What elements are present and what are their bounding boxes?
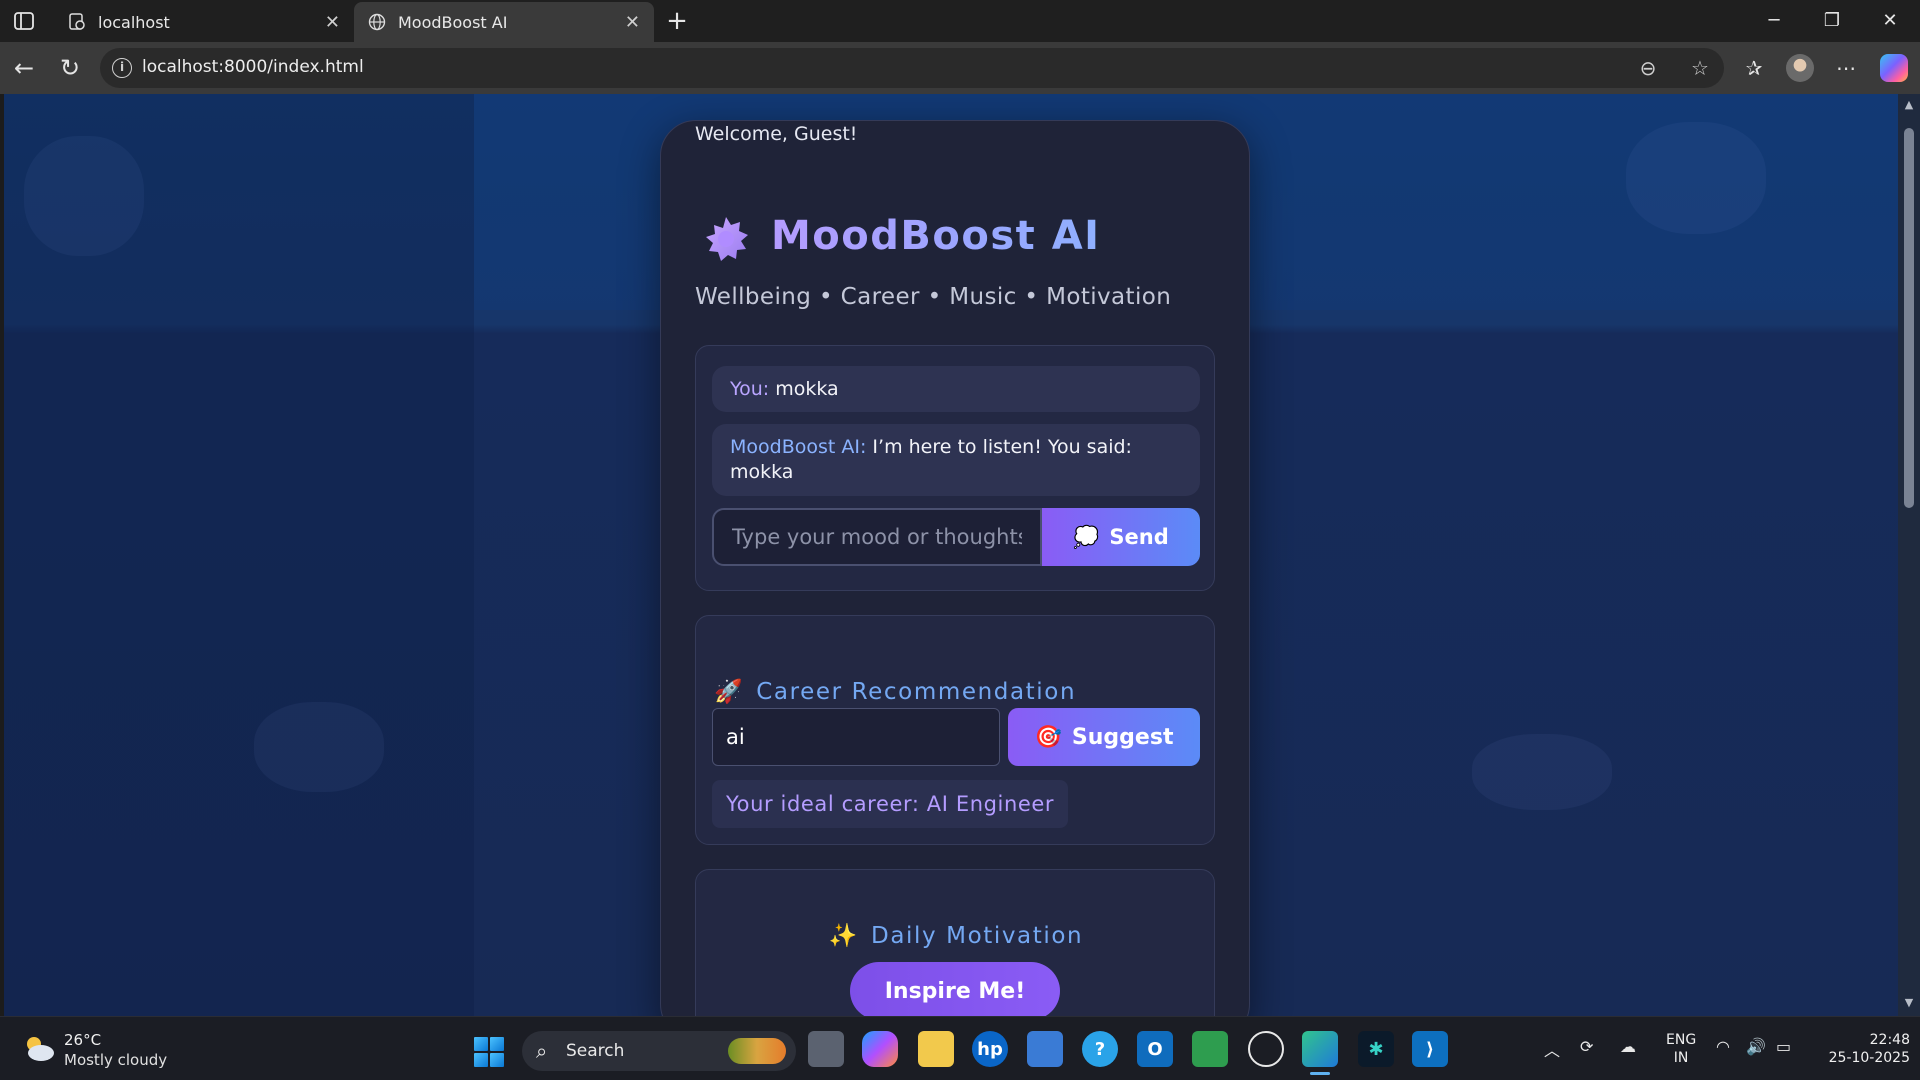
copilot-icon[interactable] xyxy=(1880,54,1908,82)
taskbar: 26°C Mostly cloudy ⌕ Search hp ? O ✱ ⟩ ︿… xyxy=(0,1016,1920,1080)
site-info-icon[interactable]: i xyxy=(112,58,132,78)
onedrive-cloud-icon[interactable]: ☁ xyxy=(1620,1037,1636,1056)
vscode-icon[interactable]: ⟩ xyxy=(1412,1031,1448,1067)
outlook-icon[interactable]: O xyxy=(1137,1031,1173,1067)
new-tab-button[interactable]: + xyxy=(662,6,692,36)
welcome-text: Welcome, Guest! xyxy=(695,123,858,145)
clock-date: 25-10-2025 xyxy=(1828,1050,1910,1066)
page-scrollbar[interactable]: ▲ ▼ xyxy=(1898,94,1920,1016)
scrollbar-thumb[interactable] xyxy=(1904,128,1914,508)
weather-temperature[interactable]: 26°C xyxy=(64,1031,101,1049)
motivation-heading: ✨ Daily Motivation xyxy=(696,922,1216,950)
browser-tab-bar: localhost ✕ MoodBoost AI ✕ + ─ ❐ ✕ xyxy=(0,0,1920,42)
battery-icon[interactable]: ▭ xyxy=(1776,1037,1791,1056)
search-icon: ⌕ xyxy=(536,1039,548,1063)
volume-icon[interactable]: 🔊 xyxy=(1746,1037,1766,1056)
search-label: Search xyxy=(566,1041,625,1061)
brain-logo-icon xyxy=(701,213,751,263)
target-icon: 🎯 xyxy=(1034,724,1062,750)
localhost-favicon-icon xyxy=(68,13,86,31)
region-code: IN xyxy=(1673,1050,1689,1066)
file-explorer-icon[interactable] xyxy=(918,1031,954,1067)
suggest-label: Suggest xyxy=(1071,724,1174,750)
tab-localhost[interactable]: localhost ✕ xyxy=(54,2,354,42)
meet-app-icon[interactable] xyxy=(1192,1031,1228,1067)
address-toolbar: ← ↻ i localhost:8000/index.html ⊖ ☆ ✰ ⋯ xyxy=(0,42,1920,94)
send-button[interactable]: 💭 Send xyxy=(1042,508,1200,566)
motivation-panel: ✨ Daily Motivation Inspire Me! xyxy=(695,869,1215,1016)
microsoft-store-icon[interactable] xyxy=(1027,1031,1063,1067)
send-label: Send xyxy=(1109,525,1169,549)
back-icon[interactable]: ← xyxy=(10,54,38,82)
edge-browser-icon[interactable] xyxy=(1302,1031,1338,1075)
copilot-app-icon[interactable] xyxy=(862,1031,898,1067)
wifi-icon[interactable]: ◠ xyxy=(1716,1037,1730,1056)
globe-icon xyxy=(368,13,386,31)
cloudy-weather-icon[interactable] xyxy=(22,1033,56,1063)
get-help-icon[interactable]: ? xyxy=(1082,1031,1118,1067)
hp-app-icon[interactable]: hp xyxy=(972,1031,1008,1067)
tagline: Wellbeing • Career • Music • Motivation xyxy=(695,284,1172,310)
rocket-icon: 🚀 xyxy=(714,679,745,705)
language-indicator[interactable]: ENG IN xyxy=(1666,1031,1696,1067)
chat-message-user: You: mokka xyxy=(712,366,1200,412)
favorites-icon[interactable]: ✰ xyxy=(1740,54,1768,82)
show-hidden-icons-icon[interactable]: ︿ xyxy=(1544,1037,1560,1061)
tab-title: localhost xyxy=(98,12,170,32)
motivation-heading-text: Daily Motivation xyxy=(871,922,1084,949)
tab-moodboost[interactable]: MoodBoost AI ✕ xyxy=(354,2,654,42)
system-clock[interactable]: 22:48 25-10-2025 xyxy=(1818,1031,1910,1067)
close-window-icon[interactable]: ✕ xyxy=(1870,8,1910,34)
minimize-icon[interactable]: ─ xyxy=(1754,8,1794,34)
tab-actions-icon[interactable] xyxy=(12,9,36,33)
mood-input[interactable] xyxy=(712,508,1042,566)
background-blob xyxy=(254,702,384,792)
sync-icon[interactable]: ⟳ xyxy=(1580,1037,1593,1056)
message-text: mokka xyxy=(769,378,839,400)
more-options-icon[interactable]: ⋯ xyxy=(1832,54,1860,82)
search-highlight-icon xyxy=(728,1038,786,1064)
chat-message-bot: MoodBoost AI: I’m here to listen! You sa… xyxy=(712,424,1200,496)
favorite-star-icon[interactable]: ☆ xyxy=(1688,56,1712,80)
close-tab-icon[interactable]: ✕ xyxy=(625,12,640,33)
career-interest-input[interactable] xyxy=(712,708,1000,766)
thought-bubble-icon: 💭 xyxy=(1073,524,1100,549)
career-result: Your ideal career: AI Engineer xyxy=(712,780,1069,828)
restore-icon[interactable]: ❐ xyxy=(1812,8,1852,34)
profile-avatar[interactable] xyxy=(1786,54,1814,82)
background-blob xyxy=(1472,734,1612,810)
career-heading-text: Career Recommendation xyxy=(756,678,1077,705)
taskbar-search[interactable]: ⌕ Search xyxy=(522,1031,796,1071)
sparkles-icon: ✨ xyxy=(828,923,860,949)
career-panel: 🚀 Career Recommendation 🎯 Suggest Your i… xyxy=(695,615,1215,845)
app-title: MoodBoost AI xyxy=(771,213,1101,259)
background-blob xyxy=(24,136,144,256)
suggest-button[interactable]: 🎯 Suggest xyxy=(1008,708,1200,766)
main-card: Welcome, Guest! MoodBoost AI Wellbeing •… xyxy=(660,120,1250,1016)
inspire-button[interactable]: Inspire Me! xyxy=(850,962,1060,1016)
capcut-app-icon[interactable]: ✱ xyxy=(1358,1031,1394,1067)
address-bar[interactable]: i localhost:8000/index.html ⊖ ☆ xyxy=(100,48,1724,88)
language-code: ENG xyxy=(1666,1032,1697,1048)
background-blob xyxy=(1626,122,1766,234)
message-speaker: MoodBoost AI: xyxy=(730,436,867,458)
task-view-icon[interactable] xyxy=(808,1031,844,1067)
clock-time: 22:48 xyxy=(1869,1032,1910,1048)
reading-mode-icon[interactable]: ⊖ xyxy=(1636,56,1660,80)
scroll-up-icon[interactable]: ▲ xyxy=(1902,98,1916,112)
chat-panel: You: mokka MoodBoost AI: I’m here to lis… xyxy=(695,345,1215,591)
chatgpt-icon[interactable] xyxy=(1248,1031,1284,1067)
refresh-icon[interactable]: ↻ xyxy=(56,54,84,82)
scroll-down-icon[interactable]: ▼ xyxy=(1902,996,1916,1010)
url-text[interactable]: localhost:8000/index.html xyxy=(142,57,364,77)
close-tab-icon[interactable]: ✕ xyxy=(325,12,340,33)
weather-description[interactable]: Mostly cloudy xyxy=(64,1051,167,1069)
windows-start-icon[interactable] xyxy=(474,1037,504,1067)
tab-title: MoodBoost AI xyxy=(398,12,508,32)
career-heading: 🚀 Career Recommendation xyxy=(714,678,1077,706)
message-speaker: You: xyxy=(730,378,770,400)
page-viewport: Welcome, Guest! MoodBoost AI Wellbeing •… xyxy=(4,94,1898,1016)
